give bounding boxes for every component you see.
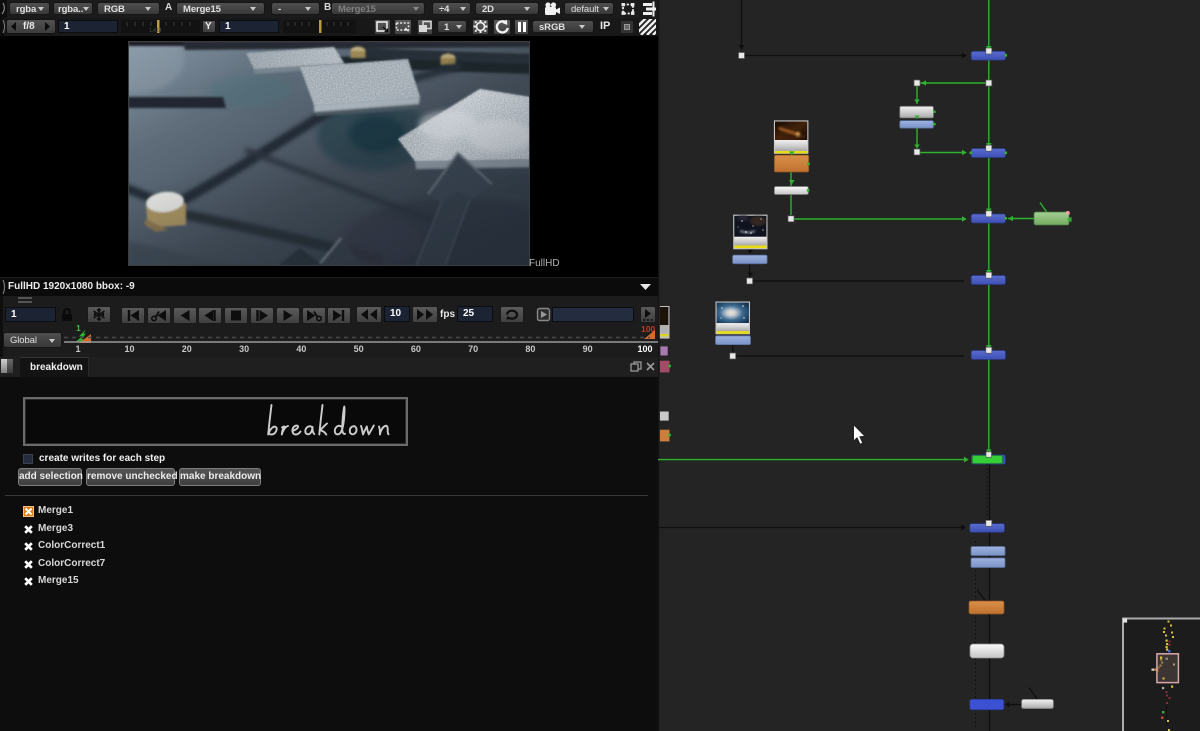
svg-text:1.414: 1.414: [149, 28, 162, 33]
